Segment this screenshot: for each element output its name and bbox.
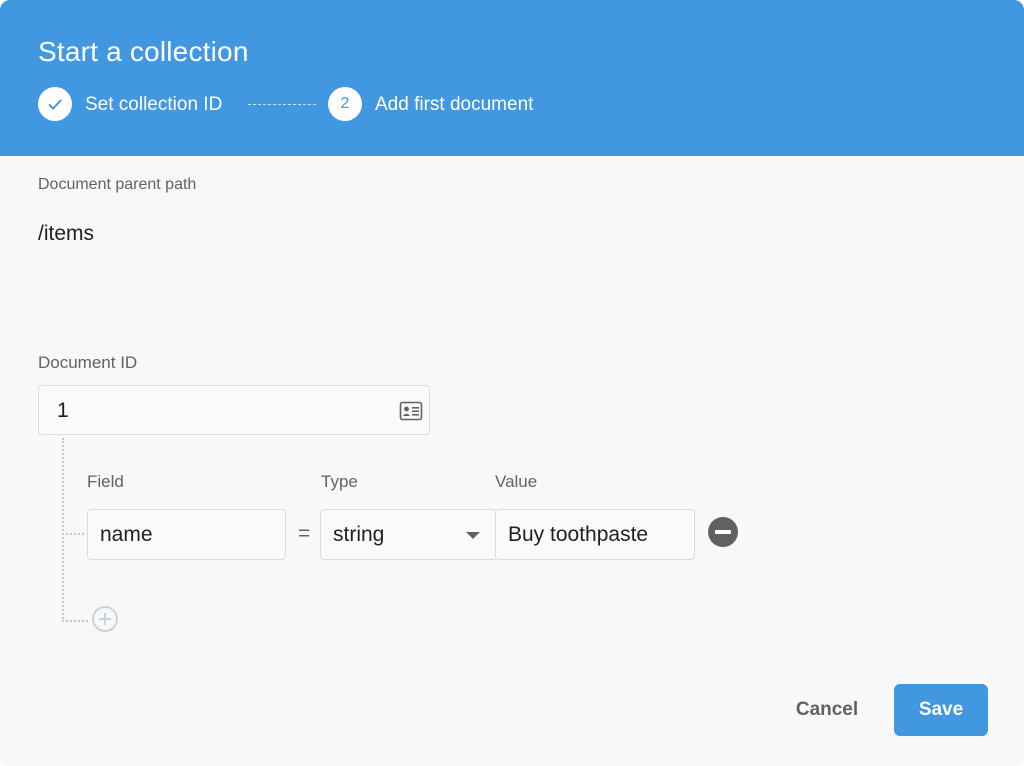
value-column-header: Value — [495, 472, 538, 491]
cancel-button[interactable]: Cancel — [780, 684, 874, 736]
parent-path-label: Document parent path — [38, 176, 197, 193]
field-column-header: Field — [87, 472, 124, 491]
field-value-text: Buy toothpaste — [508, 523, 649, 546]
step-1-check-icon[interactable] — [38, 87, 72, 121]
tree-branch — [62, 620, 88, 622]
dropdown-arrow-icon — [466, 532, 480, 539]
field-type-value: string — [333, 523, 385, 546]
dialog-title: Start a collection — [38, 36, 249, 67]
add-field-icon[interactable] — [92, 606, 118, 632]
check-icon — [48, 99, 62, 110]
field-name-value: name — [100, 523, 153, 546]
step-connector — [248, 104, 316, 105]
tree-branch — [62, 533, 84, 535]
document-id-input[interactable]: 1 — [38, 385, 430, 435]
step-1-label[interactable]: Set collection ID — [85, 94, 222, 116]
document-id-label: Document ID — [38, 353, 138, 372]
start-collection-dialog: Start a collection Set collection ID 2 A… — [0, 0, 1024, 766]
type-column-header: Type — [321, 472, 358, 491]
parent-path-value: /items — [38, 222, 95, 245]
field-name-input[interactable]: name — [87, 509, 286, 560]
equals-sign: = — [298, 522, 311, 545]
step-2-number: 2 — [328, 87, 362, 121]
field-value-input[interactable]: Buy toothpaste — [495, 509, 695, 560]
step-2-label: Add first document — [375, 94, 534, 115]
dialog-header: Start a collection Set collection ID 2 A… — [0, 0, 1024, 156]
document-id-value: 1 — [57, 399, 69, 422]
field-type-select[interactable]: string — [320, 509, 497, 560]
remove-field-icon[interactable] — [708, 517, 738, 547]
tree-connector — [62, 438, 64, 622]
id-card-icon[interactable] — [399, 401, 423, 426]
save-button[interactable]: Save — [894, 684, 988, 736]
